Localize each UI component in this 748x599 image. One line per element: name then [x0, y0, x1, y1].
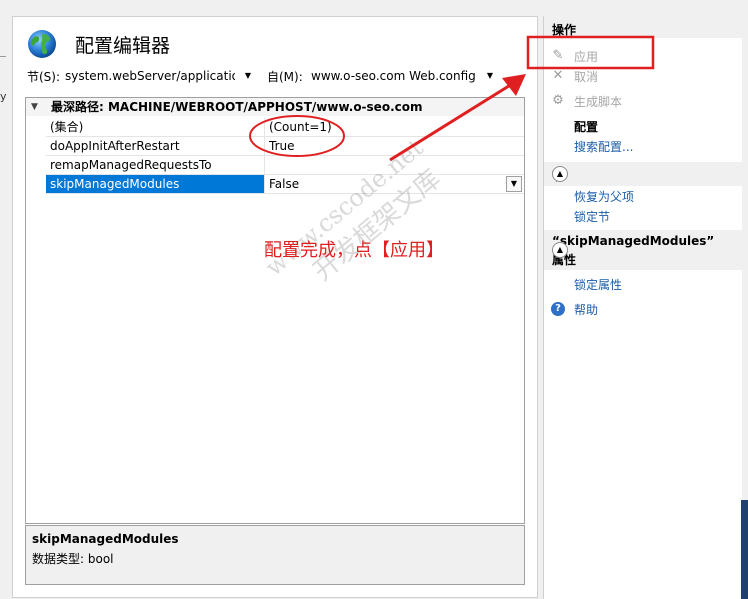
description-type: 数据类型: bool: [32, 552, 114, 566]
apply-action[interactable]: 应用: [574, 48, 598, 65]
left-pane-glyph: y: [0, 90, 7, 103]
property-name: skipManagedModules: [50, 177, 180, 191]
property-group-label: “skipManagedModules”: [552, 234, 715, 248]
section-dropdown[interactable]: system.webServer/applicatio ▼: [65, 67, 251, 85]
page-title: 配置编辑器: [75, 35, 171, 57]
search-config-link[interactable]: 搜索配置...: [574, 138, 633, 155]
table-row[interactable]: remapManagedRequestsTo: [46, 156, 524, 175]
grid-path-header[interactable]: ▼ 最深路径: MACHINE/WEBROOT/APPHOST/www.o-se…: [26, 98, 524, 116]
desktop-edge: [741, 500, 748, 599]
chevron-down-icon: ▼: [486, 71, 493, 80]
property-name: (集合): [50, 120, 84, 134]
column-divider: [264, 156, 265, 174]
property-name: remapManagedRequestsTo: [50, 158, 212, 172]
property-grid: ▼ 最深路径: MACHINE/WEBROOT/APPHOST/www.o-se…: [25, 97, 525, 524]
script-icon: ⚙: [552, 93, 564, 108]
table-row-selected[interactable]: skipManagedModules False ▼: [46, 175, 524, 194]
from-dropdown[interactable]: www.o-seo.com Web.config ▼: [311, 67, 493, 85]
value-dropdown-button[interactable]: ▼: [506, 176, 522, 192]
table-row[interactable]: (集合) (Count=1): [46, 118, 524, 137]
left-pane-divider: [0, 56, 6, 57]
description-title: skipManagedModules: [32, 532, 179, 546]
section-dropdown-value: system.webServer/applicatio: [65, 69, 235, 83]
cancel-icon: ✕: [552, 68, 564, 83]
property-value[interactable]: (Count=1): [269, 118, 332, 136]
collapse-up-icon[interactable]: ▲: [552, 166, 568, 182]
apply-icon: ✎: [552, 48, 564, 63]
left-pane-edge: y: [0, 16, 10, 599]
config-heading: 配置: [574, 120, 599, 134]
deepest-path: 最深路径: MACHINE/WEBROOT/APPHOST/www.o-seo.…: [51, 100, 423, 114]
cancel-action[interactable]: 取消: [574, 68, 598, 85]
property-value[interactable]: False: [269, 175, 299, 193]
generate-script-action[interactable]: 生成脚本: [574, 93, 622, 110]
actions-pane: 操作 ✎ 应用 ✕ 取消 ⚙ 生成脚本 配置 搜索配置... 节 ▲ 恢复为父项…: [543, 16, 742, 599]
table-row[interactable]: doAppInitAfterRestart True: [46, 137, 524, 156]
help-icon: ?: [551, 302, 565, 316]
from-dropdown-value: www.o-seo.com Web.config: [311, 69, 476, 83]
column-divider: [264, 137, 265, 155]
chevron-down-icon: ▼: [244, 71, 251, 80]
lock-section-link[interactable]: 锁定节: [574, 208, 610, 225]
column-divider: [264, 118, 265, 136]
section-label: 节(S):: [27, 70, 61, 84]
property-group-header[interactable]: “skipManagedModules” 属性 ▲: [544, 230, 742, 270]
actions-header-label: 操作: [552, 23, 577, 37]
section-group-header[interactable]: 节 ▲: [544, 162, 742, 186]
property-value[interactable]: True: [269, 137, 295, 155]
globe-icon: [28, 30, 56, 58]
collapse-up-icon[interactable]: ▲: [552, 242, 568, 258]
revert-to-parent-link[interactable]: 恢复为父项: [574, 188, 634, 205]
annotation-text: 配置完成，点【应用】: [264, 240, 444, 261]
column-divider: [264, 175, 265, 193]
lock-property-link[interactable]: 锁定属性: [574, 276, 622, 293]
collapse-chevron-icon[interactable]: ▼: [31, 98, 38, 116]
configuration-editor-panel: 配置编辑器 节(S): system.webServer/applicatio …: [12, 16, 538, 598]
from-label: 自(M):: [267, 70, 303, 84]
actions-header: 操作: [544, 16, 742, 38]
property-name: doAppInitAfterRestart: [50, 139, 180, 153]
help-link[interactable]: 帮助: [574, 301, 598, 318]
property-description-panel: skipManagedModules 数据类型: bool: [25, 525, 525, 585]
